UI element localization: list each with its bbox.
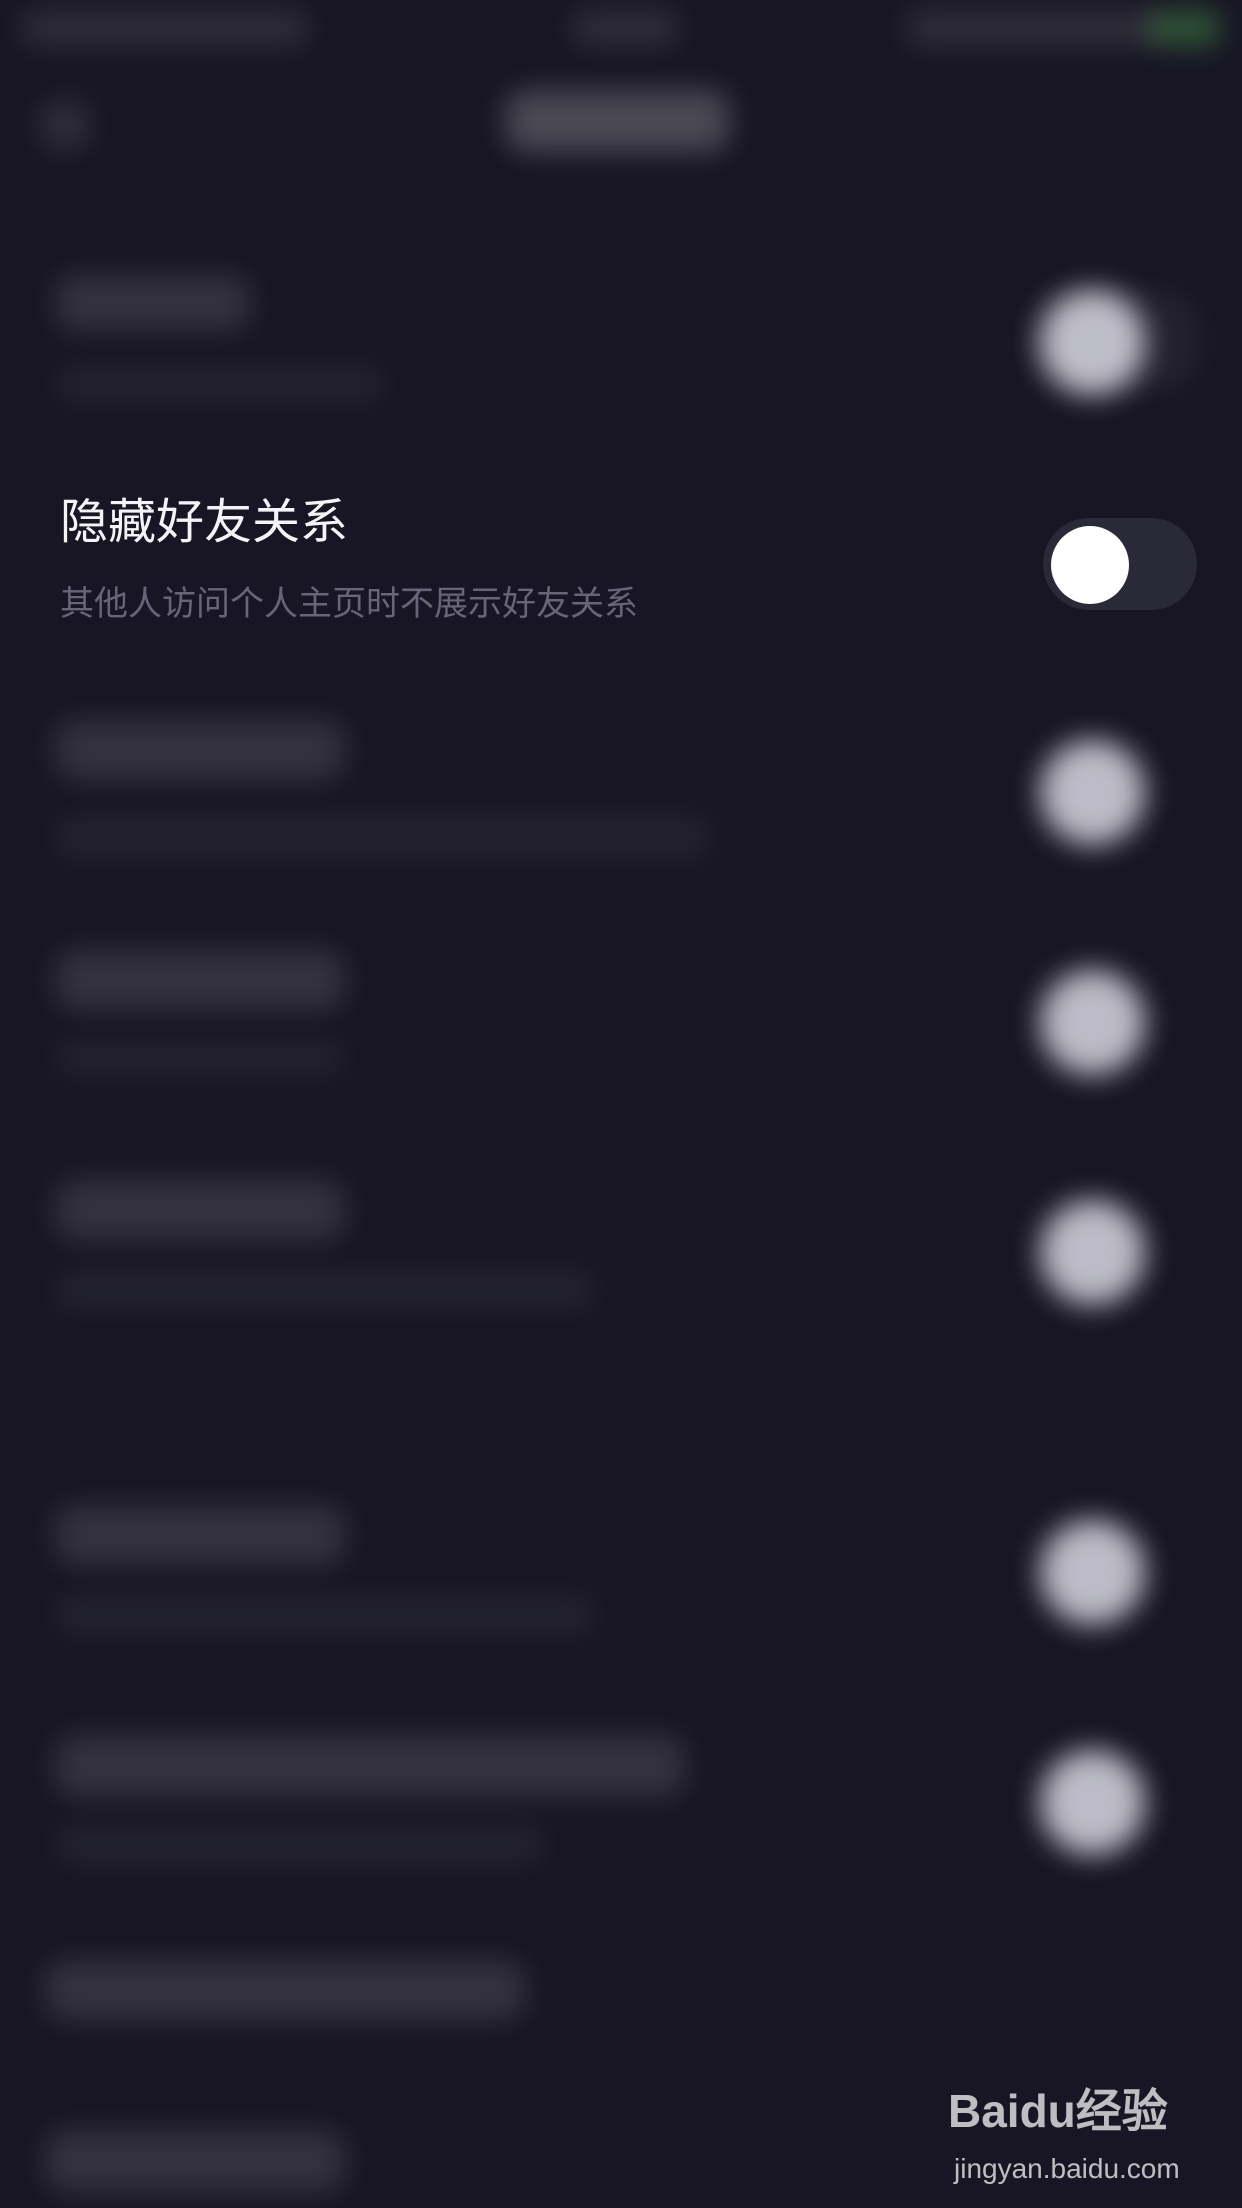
baidu-logo: Baidu经验 [948, 2085, 1168, 2137]
back-button[interactable] [40, 100, 90, 150]
setting-row-9-title [45, 2130, 345, 2192]
battery-icon [1150, 10, 1220, 46]
setting-row-6-desc [55, 1595, 595, 1635]
status-bar-blurred [20, 10, 310, 46]
setting-row-3-desc [55, 815, 710, 859]
watermark-url: jingyan.baidu.com [954, 2153, 1180, 2184]
setting-row-6-toggle[interactable] [1040, 1520, 1145, 1625]
setting-row-6-title [55, 1505, 345, 1565]
setting-title: 隐藏好友关系 [60, 494, 349, 550]
setting-row-8-title [45, 1960, 525, 2020]
setting-row-7-title [55, 1735, 685, 1797]
status-bar-time-blurred [570, 10, 680, 46]
setting-row-7-toggle[interactable] [1040, 1750, 1145, 1855]
setting-row-4-toggle[interactable] [1040, 970, 1145, 1075]
setting-description: 其他人访问个人主页时不展示好友关系 [60, 584, 638, 624]
setting-row-1-desc [55, 365, 385, 403]
baidu-watermark: Baidu经验 jingyan.baidu.com [948, 2075, 1198, 2195]
setting-row-hide-friends: 隐藏好友关系 其他人访问个人主页时不展示好友关系 [0, 470, 1242, 660]
setting-row-4-title [55, 950, 345, 1010]
setting-row-1-title [55, 275, 250, 331]
page-title-blurred [505, 90, 730, 152]
setting-row-5-desc [55, 1270, 595, 1310]
hide-friends-toggle[interactable] [1043, 518, 1197, 610]
setting-row-5-title [55, 1180, 345, 1240]
setting-row-4-desc [55, 1040, 345, 1076]
setting-row-3-title [55, 720, 345, 780]
setting-row-5-toggle[interactable] [1040, 1200, 1145, 1305]
status-bar-right-blurred [905, 10, 1165, 46]
toggle-knob [1051, 526, 1129, 604]
setting-row-3-toggle[interactable] [1040, 740, 1145, 845]
setting-row-1-toggle[interactable] [1040, 290, 1145, 395]
setting-row-7-desc [55, 1825, 545, 1865]
